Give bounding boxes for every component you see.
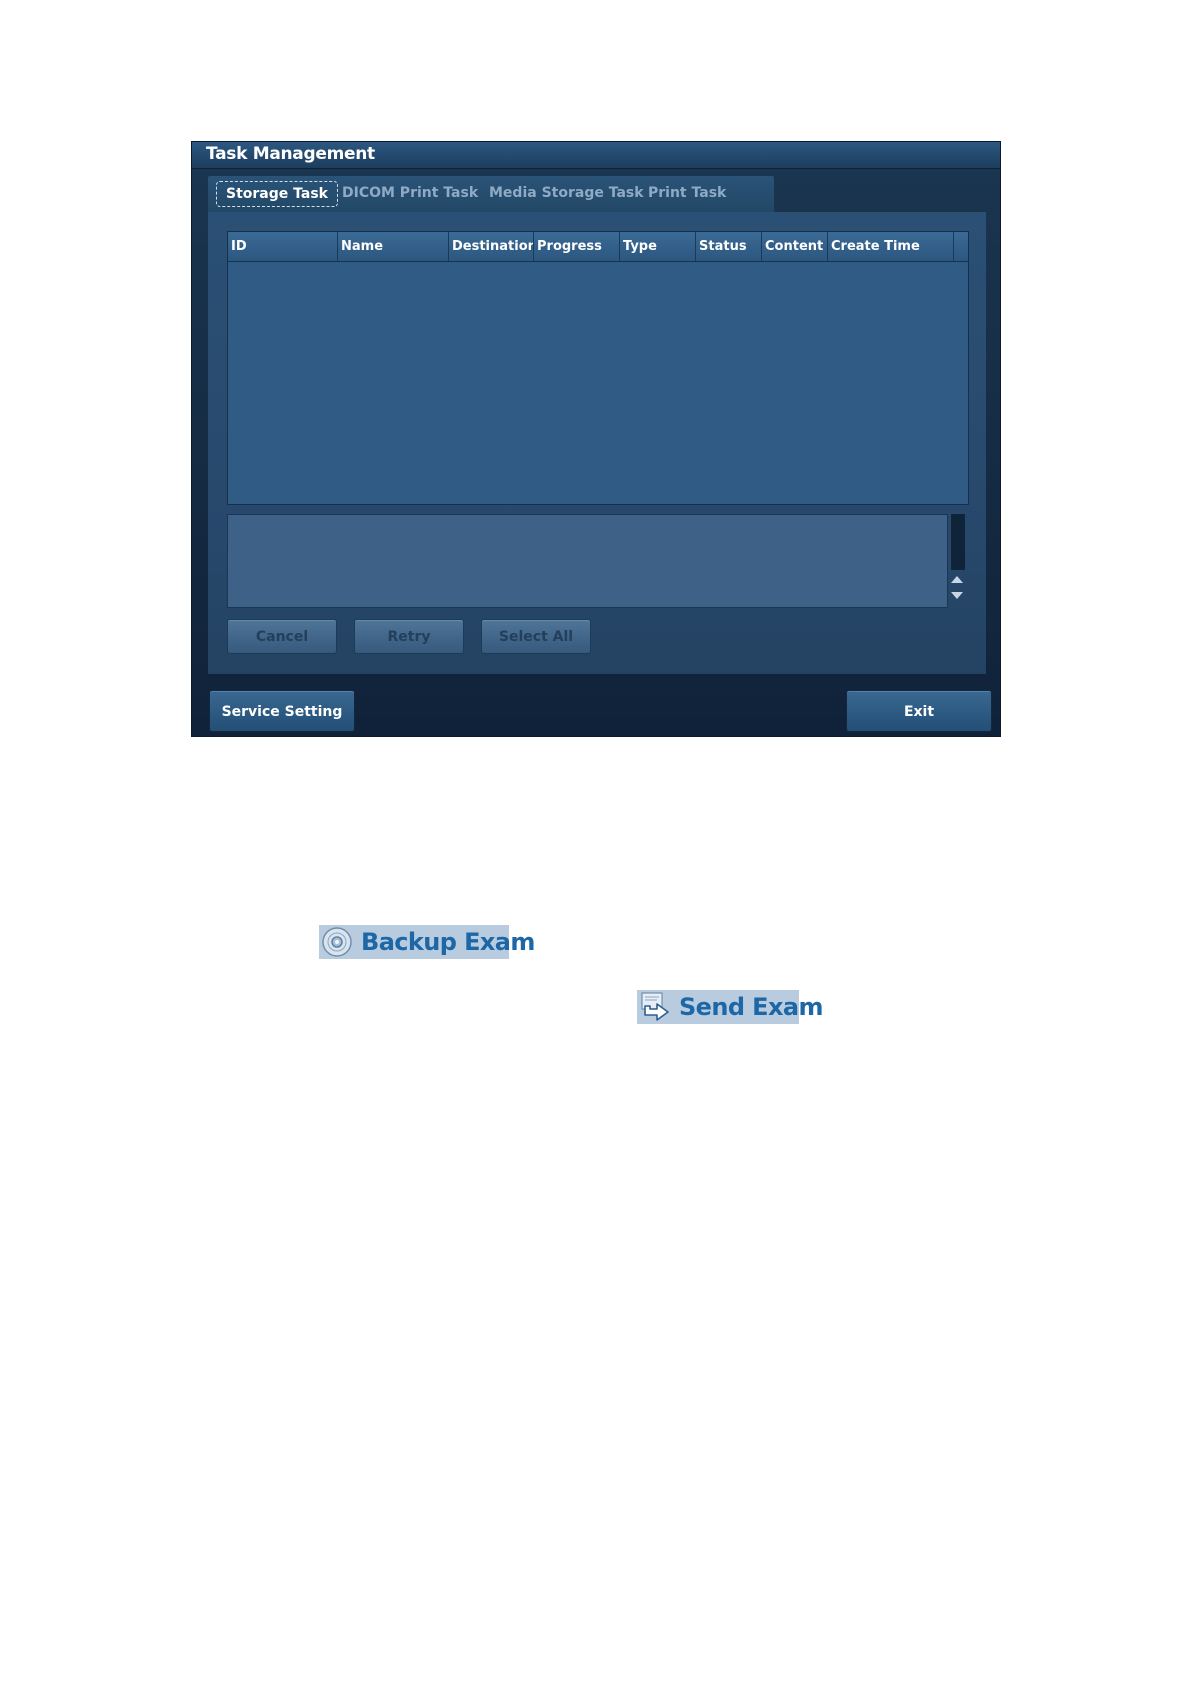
task-management-dialog: Task Management Storage Task DICOM Print… xyxy=(192,142,1000,736)
column-header-status[interactable]: Status xyxy=(696,232,762,261)
scrollbar-track[interactable] xyxy=(950,514,965,570)
column-header-progress[interactable]: Progress xyxy=(534,232,620,261)
select-all-button[interactable]: Select All xyxy=(481,619,591,654)
tab-storage-task[interactable]: Storage Task xyxy=(216,181,338,207)
column-header-name[interactable]: Name xyxy=(338,232,449,261)
disc-icon xyxy=(321,926,353,958)
tab-print-task[interactable]: Print Task xyxy=(648,180,726,206)
tab-strip: Storage Task DICOM Print Task Media Stor… xyxy=(208,176,774,212)
column-header-content[interactable]: Content xyxy=(762,232,828,261)
column-header-id[interactable]: ID xyxy=(228,232,338,261)
column-header-create-time[interactable]: Create Time xyxy=(828,232,954,261)
exit-button[interactable]: Exit xyxy=(846,690,992,732)
dialog-title: Task Management xyxy=(206,144,375,164)
retry-button[interactable]: Retry xyxy=(354,619,464,654)
send-exam-label: Send Exam xyxy=(679,993,823,1021)
table-body[interactable] xyxy=(228,262,968,504)
detail-scrollbar[interactable] xyxy=(948,514,966,606)
scroll-down-arrow-icon[interactable] xyxy=(951,592,963,599)
tab-media-storage-task[interactable]: Media Storage Task xyxy=(489,180,644,206)
storage-task-panel: ID Name Destination Progress Type Status… xyxy=(208,212,986,674)
scroll-up-arrow-icon[interactable] xyxy=(951,576,963,583)
backup-exam-button[interactable]: Backup Exam xyxy=(319,925,535,959)
send-arrow-icon xyxy=(639,991,671,1023)
column-header-spacer xyxy=(954,232,968,261)
cancel-button[interactable]: Cancel xyxy=(227,619,337,654)
column-header-destination[interactable]: Destination xyxy=(449,232,534,261)
task-detail-box[interactable] xyxy=(227,514,948,608)
tab-dicom-print-task[interactable]: DICOM Print Task xyxy=(342,180,478,206)
title-bar: Task Management xyxy=(192,142,1000,169)
send-exam-button[interactable]: Send Exam xyxy=(637,990,823,1024)
column-header-type[interactable]: Type xyxy=(620,232,696,261)
backup-exam-label: Backup Exam xyxy=(361,928,535,956)
task-table: ID Name Destination Progress Type Status… xyxy=(227,231,969,505)
service-setting-button[interactable]: Service Setting xyxy=(209,690,355,732)
table-header: ID Name Destination Progress Type Status… xyxy=(228,232,968,262)
